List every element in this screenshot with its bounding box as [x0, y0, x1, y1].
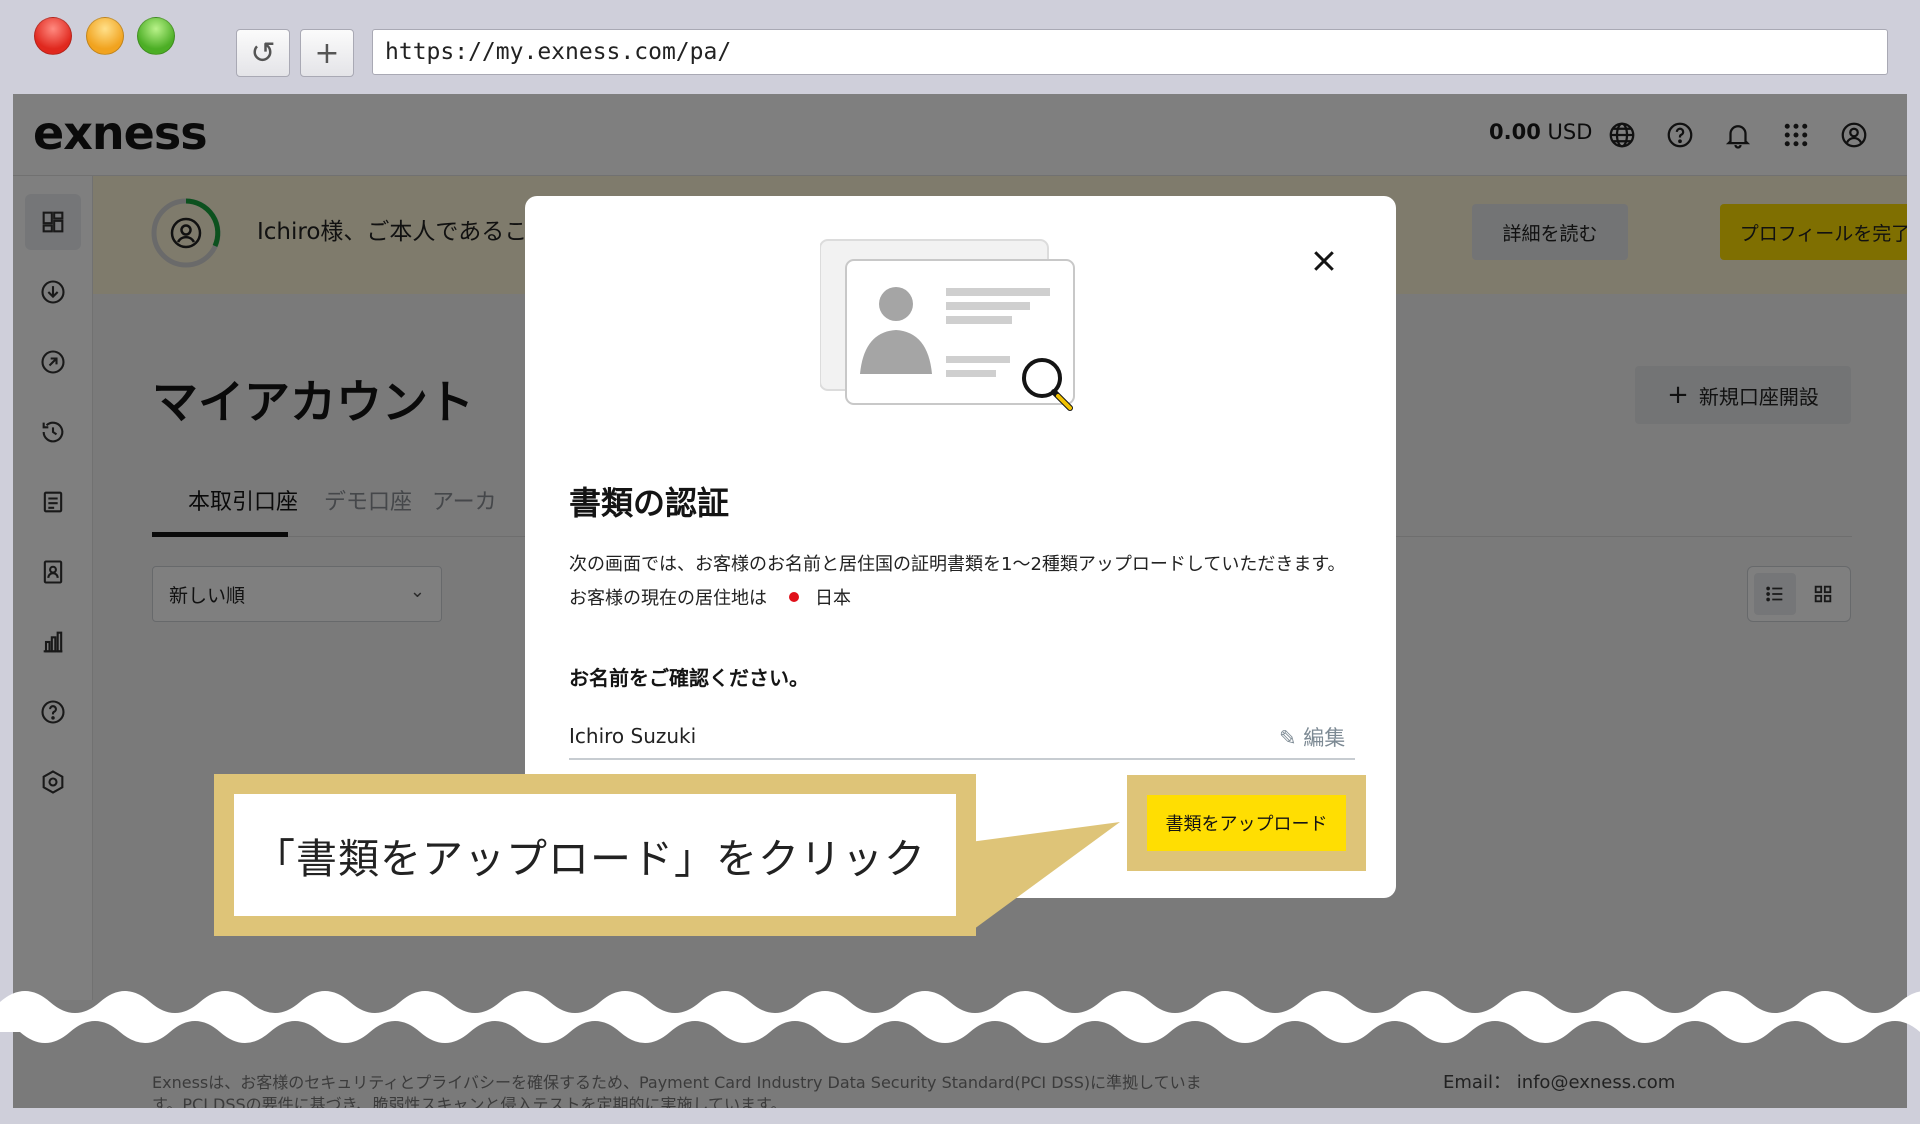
close-window-button[interactable]	[34, 17, 72, 55]
name-field-underline	[569, 758, 1355, 760]
edit-label: 編集	[1303, 726, 1346, 750]
new-tab-button[interactable]: +	[300, 29, 354, 77]
japan-flag-icon	[789, 592, 799, 602]
name-value: Ichiro Suzuki	[569, 724, 697, 748]
callout-text: 「書類をアップロード」をクリック	[234, 794, 956, 916]
callout-pointer	[970, 822, 1120, 932]
confirm-name-heading: お名前をご確認ください。	[569, 666, 809, 690]
close-icon[interactable]	[1309, 246, 1339, 276]
modal-title: 書類の認証	[569, 484, 730, 522]
id-document-illustration	[820, 239, 1075, 411]
residence-label: お客様の現在の居住地は	[569, 588, 767, 609]
url-bar[interactable]: https://my.exness.com/pa/	[372, 29, 1888, 75]
residence-value: 日本	[815, 588, 851, 609]
edit-name-link[interactable]: ✎ 編集	[1279, 722, 1345, 752]
instruction-callout: 「書類をアップロード」をクリック	[214, 774, 976, 936]
screenshot-cut-wave	[0, 991, 1920, 1043]
reload-icon: ↺	[250, 35, 276, 71]
plus-icon: +	[314, 35, 340, 71]
upload-button-highlight: 書類をアップロード	[1127, 775, 1366, 871]
maximize-window-button[interactable]	[137, 17, 175, 55]
modal-description: 次の画面では、お客様のお名前と居住国の証明書類を1～2種類アップロードしていただ…	[569, 554, 1346, 575]
residence-country: お客様の現在の居住地は 日本	[569, 584, 851, 610]
browser-chrome: ↺ + https://my.exness.com/pa/	[0, 0, 1920, 94]
pencil-icon: ✎	[1279, 726, 1297, 750]
reload-button[interactable]: ↺	[236, 29, 290, 77]
upload-documents-button[interactable]: 書類をアップロード	[1147, 795, 1346, 851]
minimize-window-button[interactable]	[86, 17, 124, 55]
